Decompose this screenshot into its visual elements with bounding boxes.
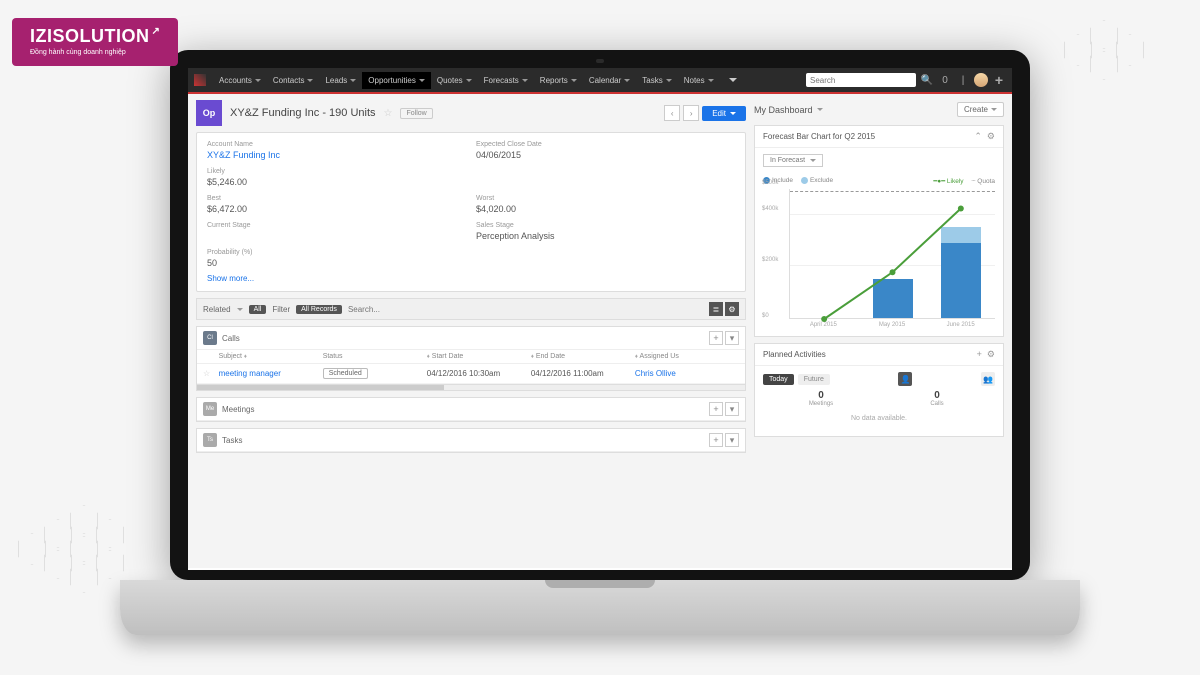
planned-stats: 0Meetings 0Calls — [763, 390, 995, 407]
caret-down-icon — [991, 108, 997, 111]
calls-title: Calls — [222, 334, 240, 343]
app-logo-icon[interactable] — [194, 74, 206, 86]
table-row[interactable]: ☆ meeting manager Scheduled 04/12/2016 1… — [197, 364, 745, 384]
calls-badge-icon: Cl — [203, 331, 217, 345]
panel-collapse-button[interactable]: ▾ — [725, 402, 739, 416]
related-toolbar: Related All Filter All Records ≣ ⚙ — [196, 298, 746, 320]
forecast-chart: Include Exclude ━●━ Likely ┄ Quota $0 $2… — [755, 173, 1003, 336]
nav-item-calendar[interactable]: Calendar — [583, 72, 636, 89]
panel-add-button[interactable]: + — [709, 331, 723, 345]
prev-record-button[interactable]: ‹ — [664, 105, 680, 121]
quick-create-button[interactable]: + — [992, 73, 1006, 87]
add-icon[interactable]: + — [977, 349, 982, 360]
camera-icon — [596, 59, 604, 63]
meetings-badge-icon: Me — [203, 402, 217, 416]
filter-all-pill[interactable]: All — [249, 305, 267, 314]
panel-add-button[interactable]: + — [709, 402, 723, 416]
nav-item-contacts[interactable]: Contacts — [267, 72, 320, 89]
brand-name: IZISOLUTION↗ — [30, 26, 160, 47]
tab-today[interactable]: Today — [763, 374, 794, 385]
nav-item-forecasts[interactable]: Forecasts — [478, 72, 534, 89]
planned-activities-dashlet: Planned Activities + ⚙ Today Future 👤 👥 0M… — [754, 343, 1004, 437]
field-sales-stage: Sales StagePerception Analysis — [476, 222, 735, 241]
calls-table-header: Subject ♦ Status ♦ Start Date ♦ End Date… — [197, 350, 745, 364]
notification-icon[interactable]: 0 — [938, 73, 952, 87]
field-probability: Probability (%)50 — [207, 249, 466, 268]
field-worst: Worst$4,020.00 — [476, 195, 735, 214]
nav-item-reports[interactable]: Reports — [534, 72, 583, 89]
nav-item-tasks[interactable]: Tasks — [636, 72, 677, 89]
field-best: Best$6,472.00 — [207, 195, 466, 214]
panel-collapse-button[interactable]: ▾ — [725, 433, 739, 447]
divider: | — [956, 73, 970, 87]
related-label[interactable]: Related — [203, 305, 231, 314]
create-button[interactable]: Create — [957, 102, 1004, 117]
row-star-icon[interactable]: ☆ — [203, 369, 210, 378]
nav-item-leads[interactable]: Leads — [319, 72, 362, 89]
record-title: XY&Z Funding Inc - 190 Units — [230, 107, 376, 119]
record-detail-card: Account NameXY&Z Funding Inc Expected Cl… — [196, 132, 746, 292]
nav-item-opportunities[interactable]: Opportunities — [362, 72, 431, 89]
list-view-icon[interactable]: ≣ — [709, 302, 723, 316]
nav-item-accounts[interactable]: Accounts — [213, 72, 267, 89]
no-data-message: No data available. — [763, 411, 995, 430]
top-nav: AccountsContactsLeadsOpportunitiesQuotes… — [188, 68, 1012, 92]
user-filter-icon[interactable]: 👤 — [898, 372, 912, 386]
forecast-title: Forecast Bar Chart for Q2 2015 — [763, 132, 875, 141]
tab-future[interactable]: Future — [798, 374, 830, 385]
caret-down-icon — [817, 108, 823, 111]
brand-tagline: Đồng hành cùng doanh nghiệp — [30, 49, 160, 56]
user-avatar[interactable] — [974, 73, 988, 87]
search-icon[interactable]: 🔍 — [920, 73, 934, 87]
meetings-title: Meetings — [222, 405, 254, 414]
show-more-link[interactable]: Show more... — [207, 274, 735, 283]
meetings-panel: Me Meetings +▾ — [196, 397, 746, 422]
related-search-input[interactable] — [348, 305, 703, 314]
global-search-input[interactable] — [806, 73, 916, 87]
caret-down-icon — [237, 308, 243, 311]
panel-add-button[interactable]: + — [709, 433, 723, 447]
follow-button[interactable]: Follow — [400, 108, 432, 119]
gear-icon[interactable]: ⚙ — [987, 131, 995, 142]
group-filter-icon[interactable]: 👥 — [981, 372, 995, 386]
horizontal-scrollbar[interactable] — [197, 384, 745, 390]
collapse-icon[interactable]: ⌃ — [974, 131, 982, 142]
filter-records-pill[interactable]: All Records — [296, 305, 342, 314]
laptop-frame: AccountsContactsLeadsOpportunitiesQuotes… — [120, 50, 1080, 650]
module-icon: Op — [196, 100, 222, 126]
edit-button[interactable]: Edit — [702, 106, 746, 121]
calls-panel: Cl Calls +▾ Subject ♦ Status ♦ Start Dat… — [196, 326, 746, 391]
dashboard-header: My Dashboard Create — [754, 100, 1004, 119]
assigned-user-link[interactable]: Chris Ollive — [635, 369, 739, 378]
tasks-title: Tasks — [222, 436, 242, 445]
filter-label: Filter — [272, 305, 290, 314]
forecast-filter-dropdown[interactable]: In Forecast — [763, 154, 823, 167]
field-expected-close: Expected Close Date04/06/2015 — [476, 141, 735, 160]
dashboard-title[interactable]: My Dashboard — [754, 105, 813, 115]
nav-item-quotes[interactable]: Quotes — [431, 72, 478, 89]
field-current-stage: Current Stage — [207, 222, 466, 241]
record-header: Op XY&Z Funding Inc - 190 Units ☆ Follow… — [196, 100, 746, 126]
nav-more-icon[interactable] — [729, 78, 737, 82]
gear-icon[interactable]: ⚙ — [987, 349, 995, 360]
next-record-button[interactable]: › — [683, 105, 699, 121]
app-screen: AccountsContactsLeadsOpportunitiesQuotes… — [188, 68, 1012, 570]
settings-icon[interactable]: ⚙ — [725, 302, 739, 316]
tasks-panel: Ts Tasks +▾ — [196, 428, 746, 453]
favorite-star-icon[interactable]: ☆ — [384, 108, 393, 119]
call-subject-link[interactable]: meeting manager — [219, 369, 323, 378]
planned-title: Planned Activities — [763, 350, 826, 359]
chart-legend: Include Exclude ━●━ Likely ┄ Quota — [763, 177, 995, 185]
field-likely: Likely$5,246.00 — [207, 168, 466, 187]
field-account-name: Account NameXY&Z Funding Inc — [207, 141, 466, 160]
caret-down-icon — [730, 112, 736, 115]
tasks-badge-icon: Ts — [203, 433, 217, 447]
brand-badge: IZISOLUTION↗ Đồng hành cùng doanh nghiệp — [12, 18, 178, 66]
nav-item-notes[interactable]: Notes — [678, 72, 720, 89]
forecast-chart-dashlet: Forecast Bar Chart for Q2 2015 ⌃ ⚙ In Fore… — [754, 125, 1004, 337]
panel-collapse-button[interactable]: ▾ — [725, 331, 739, 345]
status-badge: Scheduled — [323, 368, 368, 379]
caret-down-icon — [810, 159, 816, 162]
